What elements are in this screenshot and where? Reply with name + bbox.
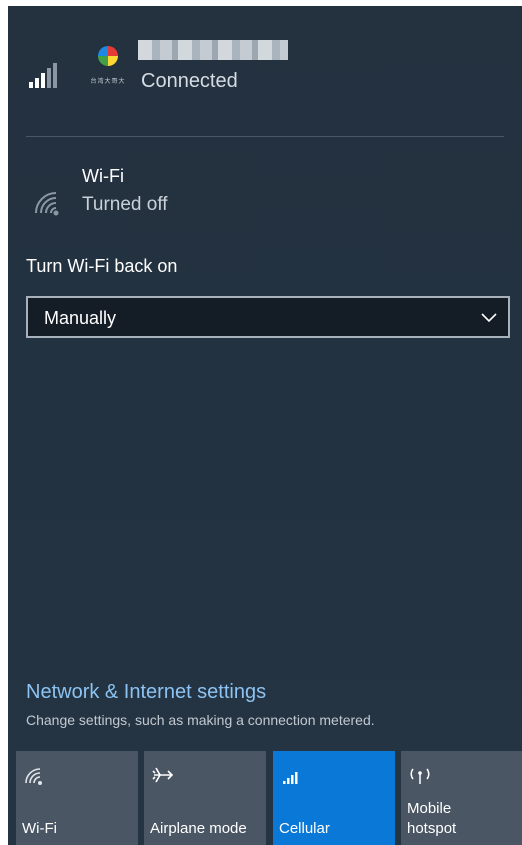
chevron-down-icon: [481, 313, 497, 323]
tile-label: Cellular: [279, 820, 330, 837]
signal-strength-icon: [29, 62, 65, 88]
turn-wifi-on-dropdown[interactable]: Manually: [26, 296, 510, 338]
wifi-icon: [25, 768, 42, 785]
tile-label: Wi-Fi: [22, 820, 57, 837]
wifi-off-icon: [35, 192, 59, 216]
cellular-network-item[interactable]: 台湾大哥大 Connected: [8, 6, 522, 136]
network-settings-link[interactable]: Network & Internet settings: [26, 681, 266, 704]
tile-wifi[interactable]: Wi-Fi: [16, 751, 138, 845]
hotspot-icon: [410, 768, 430, 784]
airplane-icon: [152, 767, 174, 783]
tile-label: Mobile hotspot: [407, 800, 457, 837]
tile-airplane-mode[interactable]: Airplane mode: [144, 751, 266, 845]
dropdown-selected-value: Manually: [44, 308, 117, 328]
tile-label: Airplane mode: [150, 820, 247, 837]
cellular-icon: [283, 772, 298, 784]
network-flyout: 台湾大哥大 Connected Wi-Fi Turned off Turn Wi…: [8, 6, 522, 845]
wifi-title: Wi-Fi: [82, 166, 124, 186]
network-settings-description: Change settings, such as making a connec…: [26, 712, 375, 728]
carrier-logo: 台湾大哥大: [84, 46, 132, 90]
quick-action-tiles: Wi-Fi Airplane mode Cellular Mobile hots…: [16, 751, 522, 845]
network-status: Connected: [141, 70, 238, 92]
tile-mobile-hotspot[interactable]: Mobile hotspot: [401, 751, 522, 845]
tile-cellular[interactable]: Cellular: [273, 751, 395, 845]
turn-wifi-on-label: Turn Wi-Fi back on: [26, 256, 178, 276]
wifi-status: Turned off: [82, 194, 168, 215]
network-name-redacted: [138, 40, 288, 60]
divider: [26, 136, 504, 137]
